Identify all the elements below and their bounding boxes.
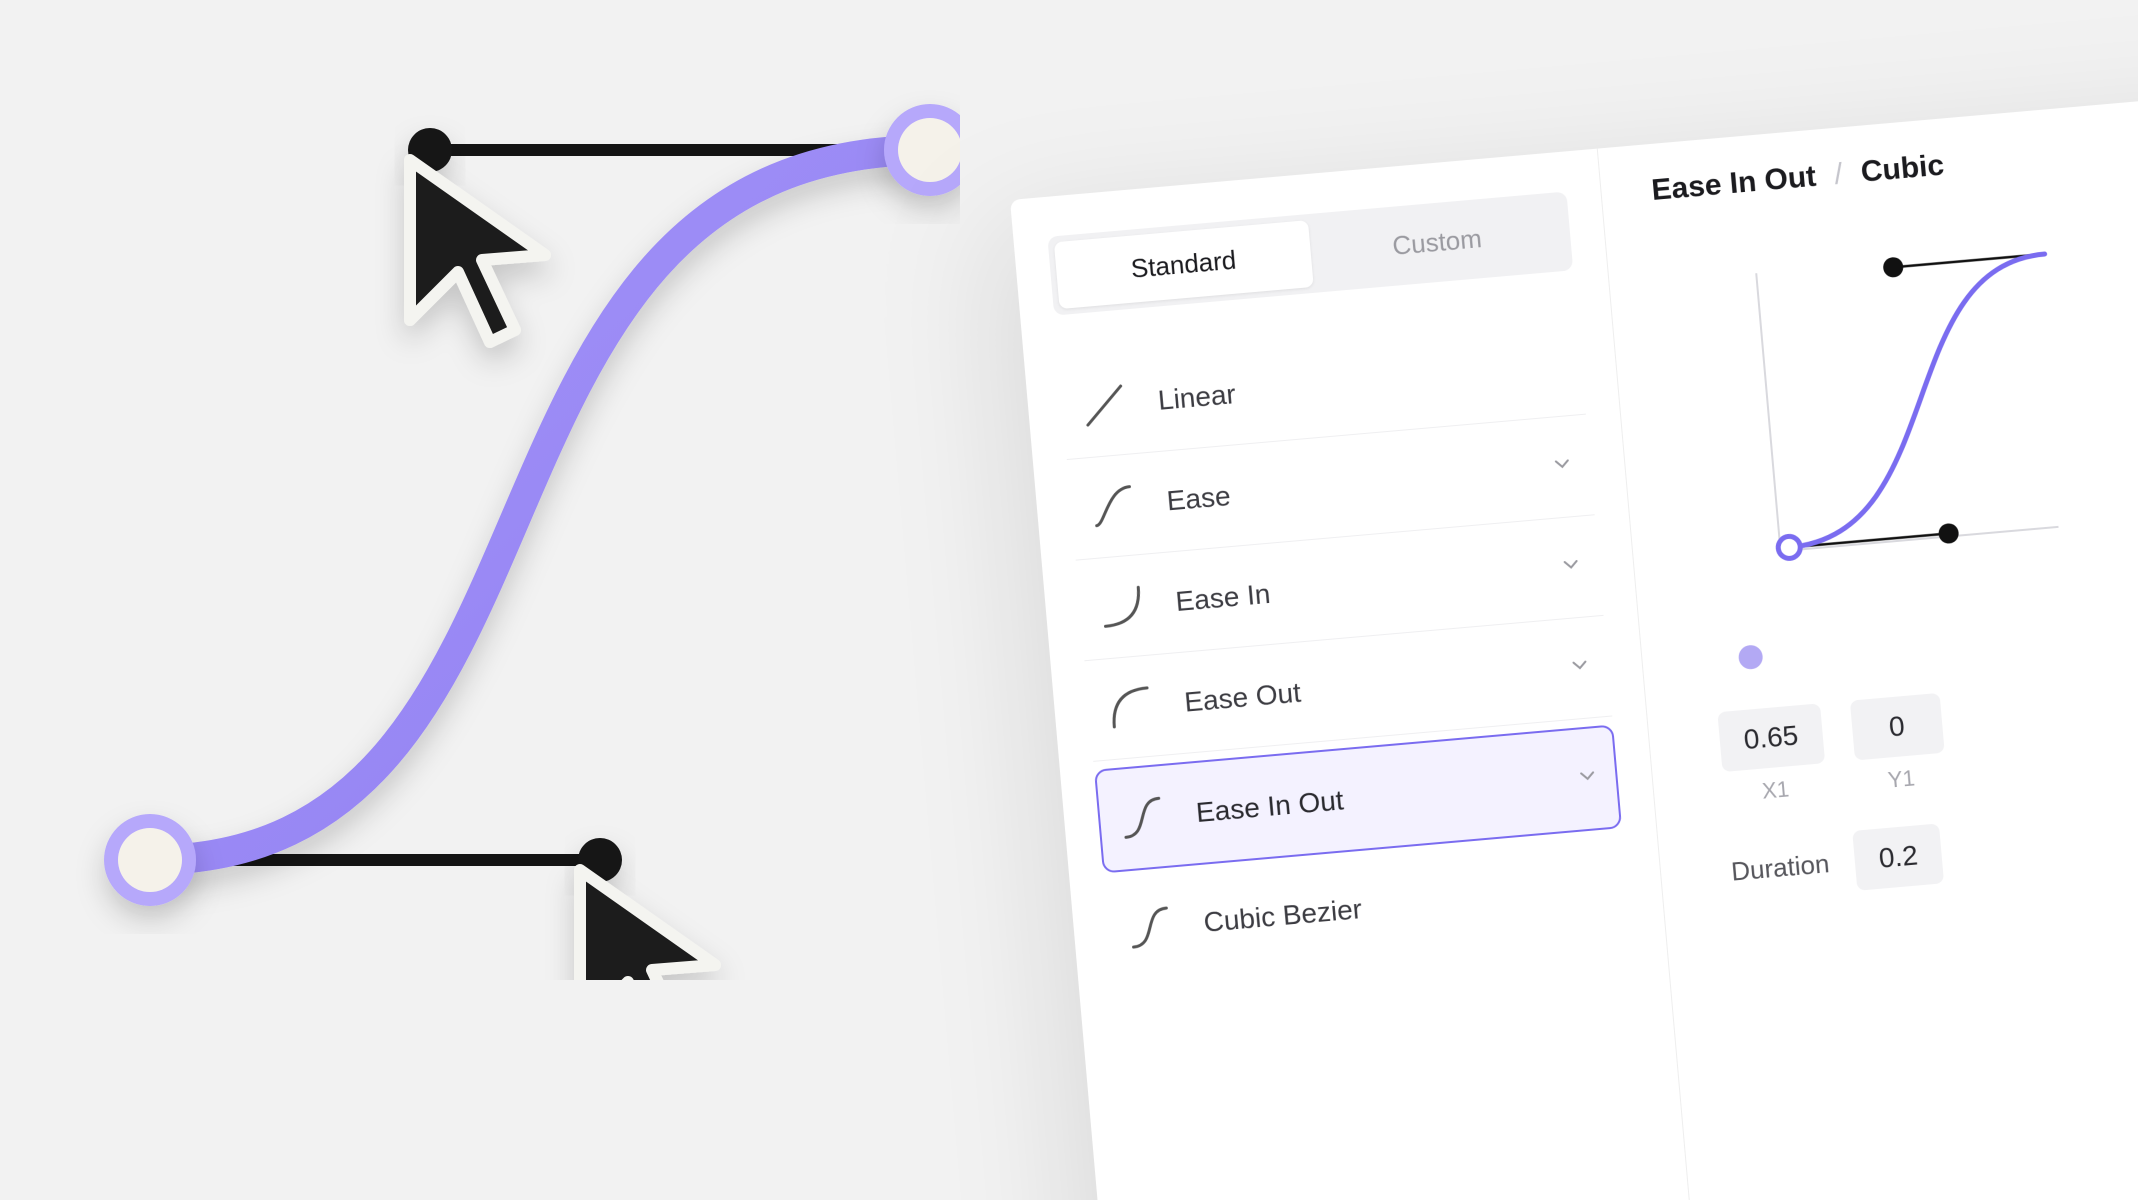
chevron-down-icon xyxy=(1551,453,1573,481)
chevron-down-icon xyxy=(1560,554,1582,582)
param-y1: 0 Y1 xyxy=(1849,693,1947,796)
param-y1-label: Y1 xyxy=(1887,765,1916,793)
breadcrumb-variant: Cubic xyxy=(1859,149,1945,189)
tab-standard[interactable]: Standard xyxy=(1054,220,1313,309)
easing-editor-column: Ease In Out / Cubic xyxy=(1598,78,2138,1200)
ease-in-out-curve-icon xyxy=(1116,792,1168,844)
chevron-down-icon xyxy=(1577,765,1599,793)
breadcrumb-separator: / xyxy=(1833,157,1844,191)
graph-anchor-start[interactable] xyxy=(1777,535,1801,559)
progress-indicator-dot xyxy=(1738,644,1764,670)
easing-tabs: Standard Custom xyxy=(1047,191,1573,315)
cursor-icon xyxy=(410,160,545,342)
tab-label: Custom xyxy=(1391,223,1483,261)
bezier-anchor-end[interactable] xyxy=(884,104,960,196)
cubic-bezier-curve-icon xyxy=(1124,902,1176,954)
bezier-anchor-start[interactable] xyxy=(104,814,196,906)
ease-out-curve-icon xyxy=(1105,681,1157,733)
param-x1-label: X1 xyxy=(1761,776,1790,804)
param-x1-value[interactable]: 0.65 xyxy=(1717,703,1824,772)
easing-label: Cubic Bezier xyxy=(1202,893,1363,939)
linear-curve-icon xyxy=(1078,380,1130,432)
easing-label: Ease xyxy=(1165,480,1231,517)
bezier-graph[interactable] xyxy=(1702,206,2090,576)
easing-label: Ease In xyxy=(1174,578,1271,618)
easing-label: Ease In Out xyxy=(1195,784,1345,829)
cursor-icon xyxy=(580,870,715,980)
breadcrumb-group: Ease In Out xyxy=(1650,160,1817,207)
duration-label: Duration xyxy=(1730,848,1831,887)
breadcrumb: Ease In Out / Cubic xyxy=(1650,111,2138,208)
hero-bezier-illustration xyxy=(60,80,960,980)
graph-curve xyxy=(1766,254,2068,547)
easing-panel: Standard Custom Linear Ease xyxy=(1010,78,2138,1200)
tab-label: Standard xyxy=(1130,245,1238,284)
param-x1: 0.65 X1 xyxy=(1717,703,1827,808)
graph-control-point-2[interactable] xyxy=(1882,256,1904,278)
easing-label: Linear xyxy=(1157,378,1237,417)
easing-list-column: Standard Custom Linear Ease xyxy=(1010,149,1702,1200)
bezier-params: 0.65 X1 0 Y1 xyxy=(1717,651,2138,808)
easing-label: Ease Out xyxy=(1183,677,1302,719)
ease-in-curve-icon xyxy=(1096,581,1148,633)
duration-value[interactable]: 0.2 xyxy=(1852,823,1944,890)
ease-curve-icon xyxy=(1087,480,1139,532)
graph-control-point-1[interactable] xyxy=(1938,523,1960,545)
param-y1-value[interactable]: 0 xyxy=(1849,693,1944,761)
chevron-down-icon xyxy=(1569,654,1591,682)
tab-custom[interactable]: Custom xyxy=(1307,198,1566,287)
